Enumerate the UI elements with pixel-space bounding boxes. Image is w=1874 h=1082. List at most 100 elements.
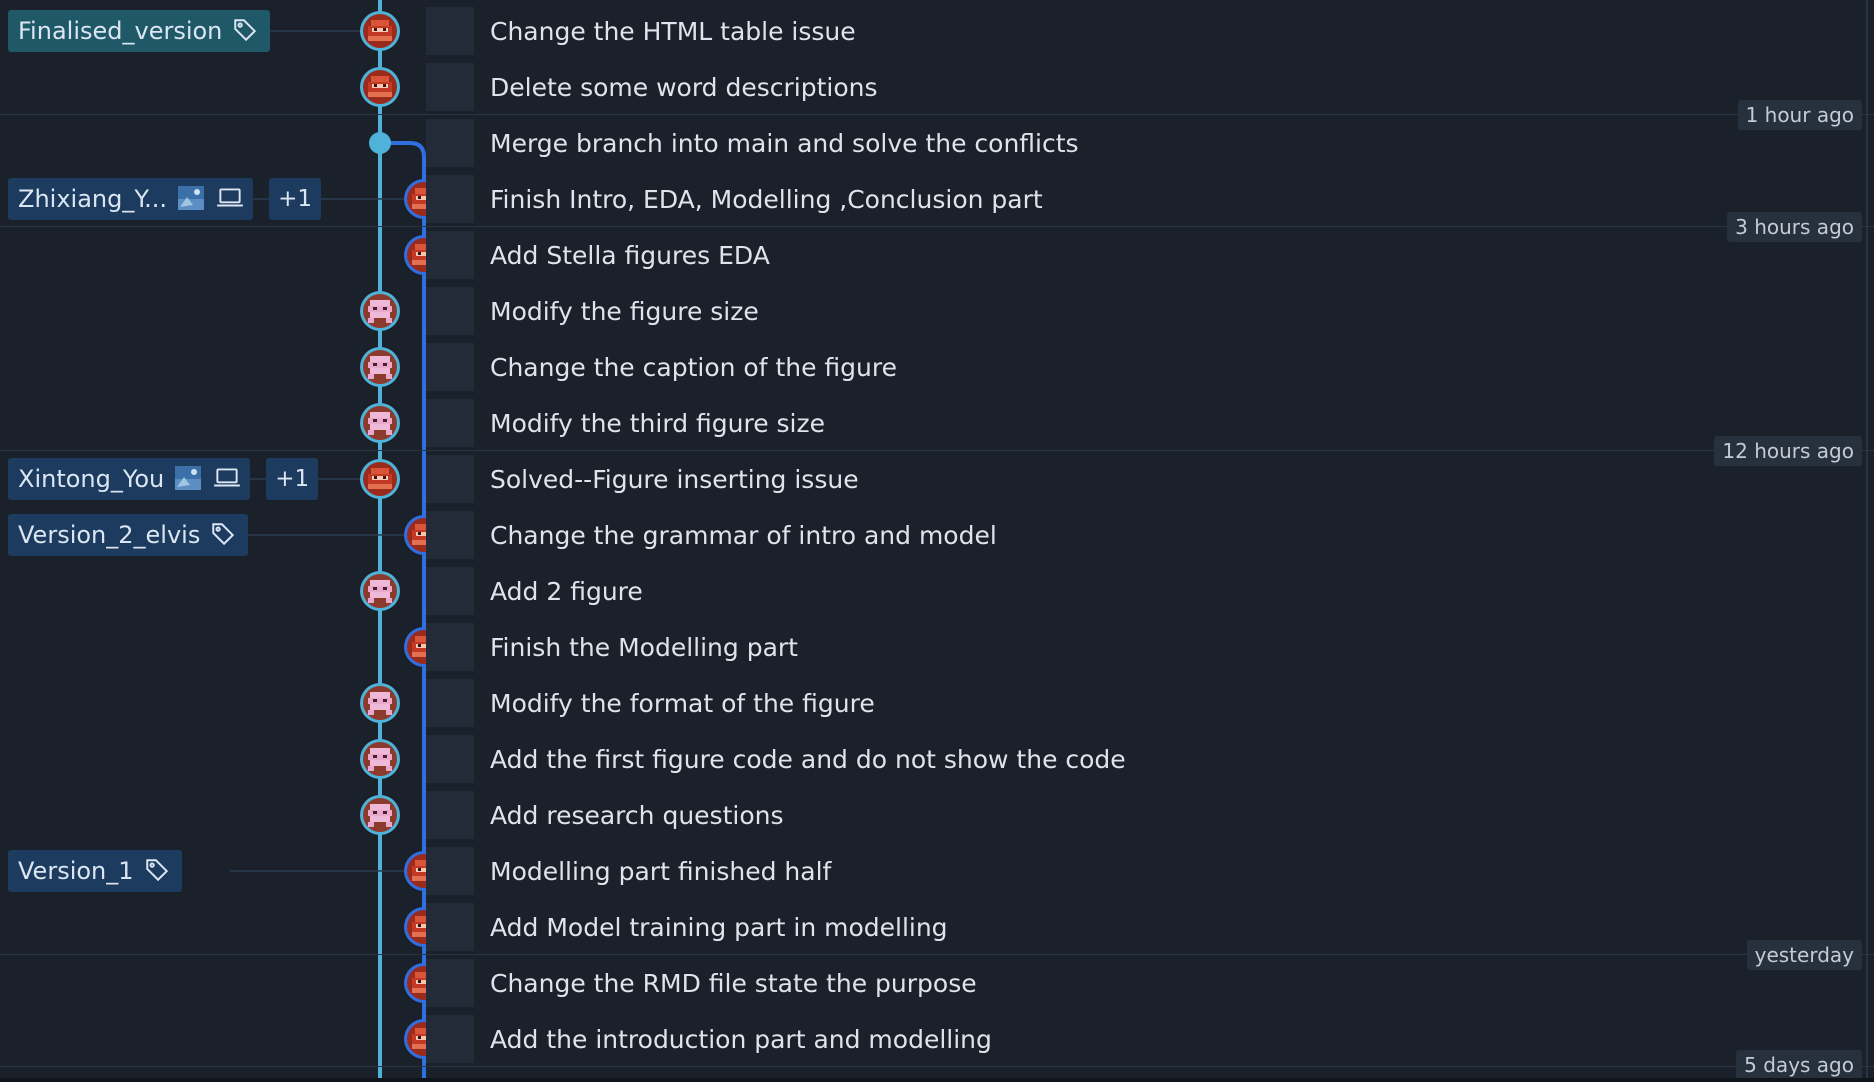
commit-row[interactable]: Add Model training part in modelling (0, 899, 1874, 955)
ref-label-text: Zhixiang_Y... (18, 185, 168, 213)
commit-message: Finish the Modelling part (490, 632, 798, 662)
commit-row[interactable]: Zhixiang_Y... +1 Finish Intro, EDA, Modell… (0, 171, 1874, 227)
commit-row[interactable]: Change the RMD file state the purpose (0, 955, 1874, 1011)
time-separator-line (0, 226, 1874, 227)
commit-message-cell: Solved--Figure inserting issue (426, 455, 859, 503)
commit-message-cell: Modify the figure size (426, 287, 759, 335)
commit-message: Add 2 figure (490, 576, 643, 606)
commit-row[interactable]: Delete some word descriptions (0, 59, 1874, 115)
commit-message-cell: Change the caption of the figure (426, 343, 897, 391)
time-separator-line (0, 450, 1874, 451)
branch-label[interactable]: Xintong_You (8, 458, 251, 500)
commit-message: Delete some word descriptions (490, 72, 878, 102)
branch-label[interactable]: Zhixiang_Y... (8, 178, 254, 220)
commit-message: Change the caption of the figure (490, 352, 897, 382)
tag-label[interactable]: Version_1 (8, 850, 182, 892)
commit-row[interactable]: Merge branch into main and solve the con… (0, 115, 1874, 171)
tag-icon (144, 857, 172, 885)
tag-label[interactable]: Version_2_elvis (8, 514, 249, 556)
bottom-edge (0, 1078, 1874, 1082)
commit-message: Modify the format of the figure (490, 688, 875, 718)
time-separator-line (0, 114, 1874, 115)
graph-cell-bg (426, 791, 474, 839)
commit-message-cell: Delete some word descriptions (426, 63, 878, 111)
graph-cell-bg (426, 343, 474, 391)
commit-message-cell: Modelling part finished half (426, 847, 832, 895)
relative-time-label: 5 days ago (1736, 1050, 1862, 1080)
ref-labels: Xintong_You +1 (8, 451, 319, 507)
ref-labels: Version_2_elvis (8, 507, 249, 563)
more-refs-badge[interactable]: +1 (269, 178, 322, 220)
commit-row[interactable]: Modify the figure size (0, 283, 1874, 339)
ref-label-text: Xintong_You (18, 465, 165, 493)
commit-message: Modelling part finished half (490, 856, 832, 886)
commit-graph-panel: Finalised_version Change the HTML table i… (0, 0, 1874, 1082)
tag-icon (210, 521, 238, 549)
commit-message: Change the grammar of intro and model (490, 520, 997, 550)
tag-label[interactable]: Finalised_version (8, 10, 271, 52)
commit-row[interactable]: Change the caption of the figure (0, 339, 1874, 395)
graph-cell-bg (426, 567, 474, 615)
commit-message: Add Model training part in modelling (490, 912, 948, 942)
commit-row[interactable]: Add research questions (0, 787, 1874, 843)
commit-message-cell: Modify the format of the figure (426, 679, 875, 727)
commit-message-cell: Change the HTML table issue (426, 7, 856, 55)
commit-message: Modify the figure size (490, 296, 759, 326)
commit-message-cell: Add research questions (426, 791, 784, 839)
commit-message-cell: Add the first figure code and do not sho… (426, 735, 1126, 783)
commit-message-cell: Add Model training part in modelling (426, 903, 948, 951)
relative-time-label: yesterday (1746, 940, 1862, 970)
commit-message-cell: Change the RMD file state the purpose (426, 959, 977, 1007)
commit-message: Finish Intro, EDA, Modelling ,Conclusion… (490, 184, 1043, 214)
commit-row[interactable]: Add 2 figure (0, 563, 1874, 619)
commit-message: Merge branch into main and solve the con… (490, 128, 1079, 158)
laptop-icon (215, 185, 243, 213)
commit-row[interactable]: Add the introduction part and modelling (0, 1011, 1874, 1067)
ref-label-text: Version_2_elvis (18, 521, 201, 549)
commit-message: Add Stella figures EDA (490, 240, 770, 270)
commit-message-cell: Modify the third figure size (426, 399, 825, 447)
commit-row[interactable]: Add the first figure code and do not sho… (0, 731, 1874, 787)
commit-message: Modify the third figure size (490, 408, 825, 438)
graph-cell-bg (426, 511, 474, 559)
relative-time-label: 1 hour ago (1737, 100, 1862, 130)
remote-avatar-icon (177, 185, 205, 213)
graph-cell-bg (426, 1015, 474, 1063)
relative-time-label: 3 hours ago (1727, 212, 1862, 242)
commit-message: Add research questions (490, 800, 784, 830)
graph-cell-bg (426, 287, 474, 335)
graph-cell-bg (426, 903, 474, 951)
commit-row[interactable]: Modify the format of the figure (0, 675, 1874, 731)
commit-row[interactable]: Version_2_elvis Change the grammar of int… (0, 507, 1874, 563)
commit-row[interactable]: Finalised_version Change the HTML table i… (0, 3, 1874, 59)
graph-cell-bg (426, 679, 474, 727)
commit-message: Change the HTML table issue (490, 16, 856, 46)
commit-message-cell: Finish the Modelling part (426, 623, 798, 671)
graph-cell-bg (426, 623, 474, 671)
commit-row[interactable]: Modify the third figure size (0, 395, 1874, 451)
graph-cell-bg (426, 959, 474, 1007)
more-refs-badge[interactable]: +1 (266, 458, 319, 500)
commit-row[interactable]: Xintong_You +1 Solved--Figure inserting is… (0, 451, 1874, 507)
commit-message-cell: Merge branch into main and solve the con… (426, 119, 1079, 167)
graph-cell-bg (426, 7, 474, 55)
commit-message-cell: Change the grammar of intro and model (426, 511, 997, 559)
scrollbar[interactable] (1866, 0, 1868, 1082)
commit-message: Change the RMD file state the purpose (490, 968, 977, 998)
graph-cell-bg (426, 231, 474, 279)
commit-row[interactable]: Finish the Modelling part (0, 619, 1874, 675)
commit-message-cell: Add 2 figure (426, 567, 643, 615)
graph-cell-bg (426, 455, 474, 503)
graph-cell-bg (426, 399, 474, 447)
commit-message-cell: Add the introduction part and modelling (426, 1015, 992, 1063)
relative-time-label: 12 hours ago (1714, 436, 1862, 466)
ref-label-text: Finalised_version (18, 17, 223, 45)
commit-row[interactable]: Add Stella figures EDA (0, 227, 1874, 283)
commit-row[interactable]: Version_1 Modelling part finished half (0, 843, 1874, 899)
commit-message: Solved--Figure inserting issue (490, 464, 859, 494)
ref-labels: Zhixiang_Y... +1 (8, 171, 322, 227)
graph-cell-bg (426, 63, 474, 111)
ref-labels: Finalised_version (8, 3, 271, 59)
remote-avatar-icon (174, 465, 202, 493)
ref-label-text: Version_1 (18, 857, 134, 885)
